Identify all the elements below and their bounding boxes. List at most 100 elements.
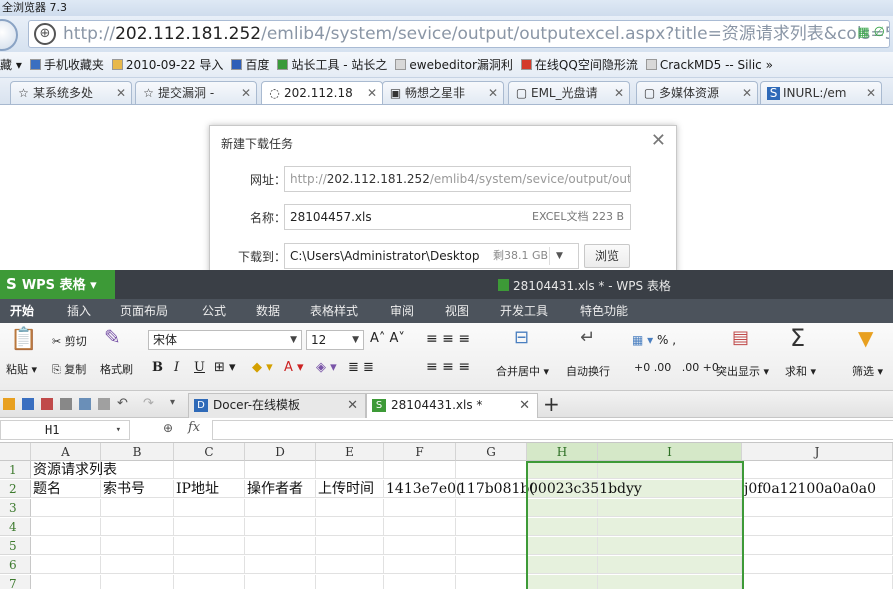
cell-d3[interactable] bbox=[245, 499, 316, 517]
cell-i3[interactable] bbox=[598, 499, 742, 517]
browser-tab[interactable]: ▢ EML_光盘请 ✕ bbox=[508, 81, 630, 104]
cell-h1[interactable] bbox=[527, 461, 598, 479]
copy-button[interactable]: ⎘ 复制 bbox=[52, 361, 86, 377]
cell-j1[interactable] bbox=[742, 461, 893, 479]
cell-c6[interactable] bbox=[174, 556, 245, 574]
wrap-text-button[interactable]: 自动换行 bbox=[566, 363, 610, 379]
menu-item-4[interactable]: 数据 bbox=[256, 299, 280, 323]
undo-icon[interactable]: ↶ bbox=[117, 396, 128, 411]
cell-g5[interactable] bbox=[456, 537, 527, 555]
print-icon[interactable] bbox=[60, 398, 72, 410]
column-header-d[interactable]: D bbox=[245, 443, 316, 461]
cell-e6[interactable] bbox=[316, 556, 384, 574]
page-icon[interactable] bbox=[98, 398, 110, 410]
close-icon[interactable]: ✕ bbox=[488, 82, 498, 104]
browser-tab[interactable]: ☆ 提交漏洞 - ✕ bbox=[135, 81, 257, 104]
cell-j3[interactable] bbox=[742, 499, 893, 517]
favorite-item[interactable]: 藏 ▾ bbox=[0, 52, 22, 77]
cell-j6[interactable] bbox=[742, 556, 893, 574]
spreadsheet-grid[interactable]: A B C D E F G H I J 1 2 3 4 5 6 7 资源请求列表 题名 索书号 IP地址 操作者者 上传时间… bbox=[0, 443, 893, 589]
save-path-field[interactable]: C:\Users\Administrator\Desktop 剩38.1 GB … bbox=[284, 243, 579, 269]
cell-i5[interactable] bbox=[598, 537, 742, 555]
url-field[interactable]: http://202.112.181.252/emlib4/system/sev… bbox=[284, 166, 631, 192]
cell-d6[interactable] bbox=[245, 556, 316, 574]
chevron-down-icon[interactable]: ▼ bbox=[549, 247, 569, 265]
open-icon[interactable] bbox=[3, 398, 15, 410]
sum-icon[interactable]: Σ bbox=[790, 324, 805, 352]
close-icon[interactable]: ✕ bbox=[651, 130, 666, 151]
cell-f6[interactable] bbox=[384, 556, 456, 574]
cell-e3[interactable] bbox=[316, 499, 384, 517]
font-size-select[interactable]: 12 ▼ bbox=[306, 330, 364, 350]
address-input[interactable]: http://202.112.181.252/emlib4/system/sev… bbox=[28, 20, 890, 48]
menu-item-3[interactable]: 公式 bbox=[202, 299, 226, 323]
column-header-g[interactable]: G bbox=[456, 443, 527, 461]
close-icon[interactable]: ✕ bbox=[519, 394, 530, 417]
cell-d5[interactable] bbox=[245, 537, 316, 555]
cell-a6[interactable] bbox=[31, 556, 101, 574]
fx-icon[interactable]: fx bbox=[188, 420, 200, 435]
font-color-icon[interactable]: A ▾ bbox=[284, 360, 304, 375]
cell-d7[interactable] bbox=[245, 575, 316, 589]
vertical-align-icon[interactable]: ≡ ≡ ≡ bbox=[426, 331, 470, 347]
menu-item-9[interactable]: 特色功能 bbox=[580, 299, 628, 323]
column-header-c[interactable]: C bbox=[174, 443, 245, 461]
cell-a3[interactable] bbox=[31, 499, 101, 517]
cell-i6[interactable] bbox=[598, 556, 742, 574]
cell-e7[interactable] bbox=[316, 575, 384, 589]
name-box[interactable]: H1 ▾ bbox=[0, 420, 130, 440]
close-icon[interactable]: ✕ bbox=[614, 82, 624, 104]
browser-tab[interactable]: ☆ 某系统多处 ✕ bbox=[10, 81, 132, 104]
cell-f3[interactable] bbox=[384, 499, 456, 517]
menu-item-2[interactable]: 页面布局 bbox=[120, 299, 168, 323]
number-format-button[interactable]: ▦ ▾ % , bbox=[632, 333, 676, 347]
cell-g7[interactable] bbox=[456, 575, 527, 589]
column-header-f[interactable]: F bbox=[384, 443, 456, 461]
filter-button[interactable]: 筛选 ▾ bbox=[852, 363, 883, 379]
cell-b3[interactable] bbox=[101, 499, 174, 517]
browser-tab[interactable]: ▣ 畅想之星非 ✕ bbox=[382, 81, 504, 104]
cell-f4[interactable] bbox=[384, 518, 456, 536]
font-grow-icon[interactable]: A˄ A˅ bbox=[370, 331, 405, 346]
format-painter-button[interactable]: 格式刷 bbox=[100, 361, 133, 377]
row-header-1[interactable]: 1 bbox=[0, 461, 31, 479]
cell-j4[interactable] bbox=[742, 518, 893, 536]
cell-g1[interactable] bbox=[456, 461, 527, 479]
grid-corner[interactable] bbox=[0, 443, 31, 461]
highlight-button[interactable]: 突出显示 ▾ bbox=[716, 363, 769, 379]
print-preview-icon[interactable] bbox=[79, 398, 91, 410]
close-icon[interactable]: ✕ bbox=[241, 82, 251, 104]
cut-button[interactable]: ✂ 剪切 bbox=[52, 333, 87, 349]
cell-g4[interactable] bbox=[456, 518, 527, 536]
format-painter-icon[interactable]: ✎ bbox=[104, 325, 121, 349]
doc-tab-xls[interactable]: S 28104431.xls * ✕ bbox=[366, 393, 538, 418]
close-icon[interactable]: ✕ bbox=[742, 82, 752, 104]
column-header-h[interactable]: H bbox=[527, 443, 598, 461]
menu-item-6[interactable]: 审阅 bbox=[390, 299, 414, 323]
export-pdf-icon[interactable] bbox=[41, 398, 53, 410]
horizontal-align-icon[interactable]: ≡ ≡ ≡ bbox=[426, 359, 470, 375]
row-header-6[interactable]: 6 bbox=[0, 556, 31, 574]
cell-g3[interactable] bbox=[456, 499, 527, 517]
browser-tab[interactable]: ▢ 多媒体资源 ✕ bbox=[636, 81, 758, 104]
sum-button[interactable]: 求和 ▾ bbox=[785, 363, 816, 379]
cell-c5[interactable] bbox=[174, 537, 245, 555]
bold-icon[interactable]: B bbox=[152, 360, 163, 375]
cell-c7[interactable] bbox=[174, 575, 245, 589]
favorite-item[interactable]: 2010-09-22 导入 bbox=[111, 52, 223, 77]
cell-h7[interactable] bbox=[527, 575, 598, 589]
back-button[interactable] bbox=[0, 19, 18, 51]
cell-b7[interactable] bbox=[101, 575, 174, 589]
merge-center-icon[interactable]: ⊟ bbox=[514, 327, 529, 348]
filter-icon[interactable]: ▼ bbox=[858, 326, 873, 350]
clear-format-icon[interactable]: ◈ ▾ bbox=[316, 360, 337, 375]
cell-d4[interactable] bbox=[245, 518, 316, 536]
cell-a5[interactable] bbox=[31, 537, 101, 555]
site-info-icon[interactable]: ⊕ bbox=[34, 23, 56, 45]
close-icon[interactable]: ✕ bbox=[866, 82, 876, 104]
browse-button[interactable]: 浏览 bbox=[584, 244, 630, 268]
fill-color-icon[interactable]: ◆ ▾ bbox=[252, 360, 273, 375]
favorite-item[interactable]: ewebeditor漏洞利 bbox=[395, 52, 513, 77]
cell-j5[interactable] bbox=[742, 537, 893, 555]
redo-icon[interactable]: ↷ bbox=[143, 396, 154, 411]
